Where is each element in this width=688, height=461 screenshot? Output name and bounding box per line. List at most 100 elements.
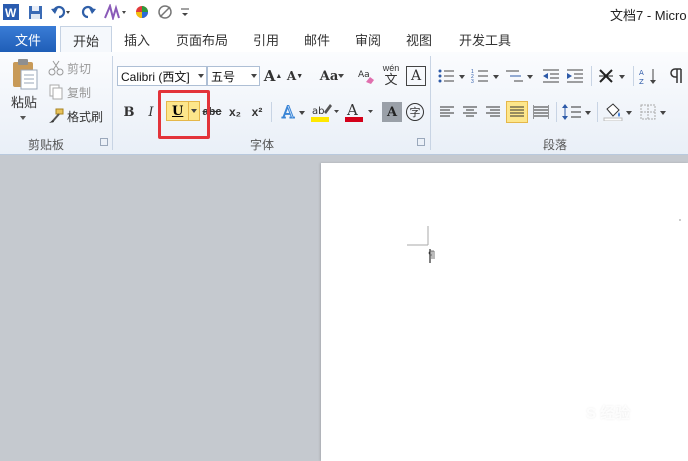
grow-font-button[interactable]: A ▲: [264, 66, 283, 86]
borders-icon: [640, 104, 666, 120]
decrease-indent-icon: [543, 69, 559, 83]
customize-qat-icon[interactable]: [179, 3, 191, 21]
tab-mailings[interactable]: 邮件: [295, 27, 339, 51]
tab-view[interactable]: 视图: [397, 27, 441, 51]
subscript-button[interactable]: x₂: [226, 102, 244, 122]
increase-indent-icon: [567, 69, 583, 83]
draw-tool-icon[interactable]: [103, 3, 127, 21]
svg-text:A: A: [346, 101, 358, 119]
tab-insert[interactable]: 插入: [113, 27, 161, 51]
character-shading-button[interactable]: A: [382, 102, 402, 122]
title-bar: W 文档7 - Micro: [0, 0, 688, 25]
shrink-font-button[interactable]: A ▼: [286, 66, 304, 86]
font-name-select[interactable]: Calibri (西文]: [117, 66, 207, 86]
svg-text:A: A: [281, 103, 295, 122]
no-entry-icon[interactable]: [156, 3, 174, 21]
watermark: S 经验: [586, 405, 631, 422]
annotation-highlight-box: [158, 90, 210, 139]
align-left-button[interactable]: [437, 102, 457, 122]
save-icon[interactable]: [26, 3, 44, 21]
copy-button[interactable]: 复制: [48, 82, 98, 102]
scissors-icon: [48, 60, 64, 76]
clear-format-icon: Aa: [358, 70, 374, 84]
svg-text:ab: ab: [312, 106, 324, 117]
cut-button[interactable]: 剪切: [48, 58, 98, 78]
tab-home[interactable]: 开始: [60, 26, 112, 54]
paste-button[interactable]: 粘贴: [6, 56, 42, 112]
svg-text:W: W: [5, 6, 17, 20]
redo-icon[interactable]: [80, 3, 98, 21]
svg-text:3: 3: [471, 79, 474, 85]
font-launcher-icon[interactable]: [417, 138, 425, 146]
svg-text:Aa: Aa: [358, 70, 370, 80]
justify-button[interactable]: [506, 101, 528, 123]
cut-label: 剪切: [67, 61, 92, 76]
tab-review[interactable]: 审阅: [346, 27, 390, 51]
chevron-down-icon: [198, 74, 204, 78]
change-case-button[interactable]: Aa: [318, 66, 346, 86]
copy-label: 复制: [67, 85, 92, 100]
multilevel-list-button[interactable]: [505, 66, 535, 86]
character-border-button[interactable]: A: [406, 66, 426, 86]
italic-icon: I: [148, 104, 154, 120]
text-highlight-button[interactable]: ab: [310, 100, 340, 124]
font-name-value: Calibri (西文]: [121, 69, 190, 84]
character-border-icon: A: [410, 68, 422, 84]
word-app-icon[interactable]: W: [2, 3, 20, 21]
tab-references[interactable]: 引用: [244, 27, 288, 51]
tab-developer[interactable]: 开发工具: [452, 27, 518, 51]
paste-dropdown-icon[interactable]: [18, 114, 28, 122]
bold-icon: B: [123, 104, 135, 120]
superscript-icon: x²: [251, 105, 263, 119]
bold-button[interactable]: B: [120, 102, 138, 122]
sort-button[interactable]: AZ: [638, 66, 660, 86]
font-color-button[interactable]: A: [344, 100, 374, 124]
line-spacing-button[interactable]: [562, 102, 592, 122]
multilevel-list-icon: [506, 70, 533, 82]
align-left-icon: [440, 106, 454, 117]
align-center-button[interactable]: [460, 102, 480, 122]
document-page[interactable]: [321, 163, 688, 461]
highlighter-icon: ab: [311, 104, 339, 122]
distributed-button[interactable]: [531, 102, 551, 122]
font-color-icon: A: [345, 101, 373, 122]
decrease-indent-button[interactable]: [541, 66, 561, 86]
paintbrush-icon: [49, 108, 64, 123]
undo-icon[interactable]: [50, 3, 72, 21]
clipboard-launcher-icon[interactable]: [100, 138, 108, 146]
color-wheel-icon[interactable]: [134, 3, 150, 21]
group-divider: [556, 102, 557, 122]
align-right-icon: [486, 106, 500, 117]
distributed-icon: [533, 105, 549, 119]
show-marks-button[interactable]: [668, 66, 688, 86]
borders-button[interactable]: [640, 102, 670, 122]
increase-indent-button[interactable]: [565, 66, 585, 86]
numbering-button[interactable]: 123: [471, 66, 503, 86]
group-divider: [591, 66, 592, 86]
shading-button[interactable]: [603, 102, 633, 122]
chevron-down-icon: [251, 74, 257, 78]
ribbon-tabs: 文件 开始 插入 页面布局 引用 邮件 审阅 视图 开发工具: [0, 25, 688, 54]
clear-format-button[interactable]: Aa: [358, 66, 376, 86]
shrink-font-icon: A: [286, 69, 297, 83]
group-divider: [597, 102, 598, 122]
paste-icon: [13, 58, 38, 89]
superscript-button[interactable]: x²: [248, 102, 266, 122]
paragraph-mark-icon: [670, 68, 682, 83]
tab-page-layout[interactable]: 页面布局: [170, 27, 234, 51]
font-size-select[interactable]: 五号: [207, 66, 260, 86]
format-painter-button[interactable]: 格式刷: [48, 106, 108, 126]
word-window: W 文档7 - Micro 文件 开始 插入 页面布局 引用 邮件 审阅 视图 …: [0, 0, 688, 461]
text-effects-button[interactable]: A: [280, 102, 306, 122]
bullets-button[interactable]: [437, 66, 469, 86]
sort-icon: AZ: [639, 69, 656, 85]
align-right-button[interactable]: [483, 102, 503, 122]
enclose-characters-button[interactable]: 字: [405, 102, 425, 122]
tab-file[interactable]: 文件: [0, 26, 56, 52]
phonetic-guide-button[interactable]: wén 文: [380, 62, 402, 88]
group-divider: [633, 66, 634, 86]
chinese-layout-button[interactable]: [598, 66, 628, 86]
paragraph-group-label: 段落: [543, 138, 568, 152]
document-workspace: [0, 155, 688, 461]
svg-text:A: A: [639, 69, 644, 77]
